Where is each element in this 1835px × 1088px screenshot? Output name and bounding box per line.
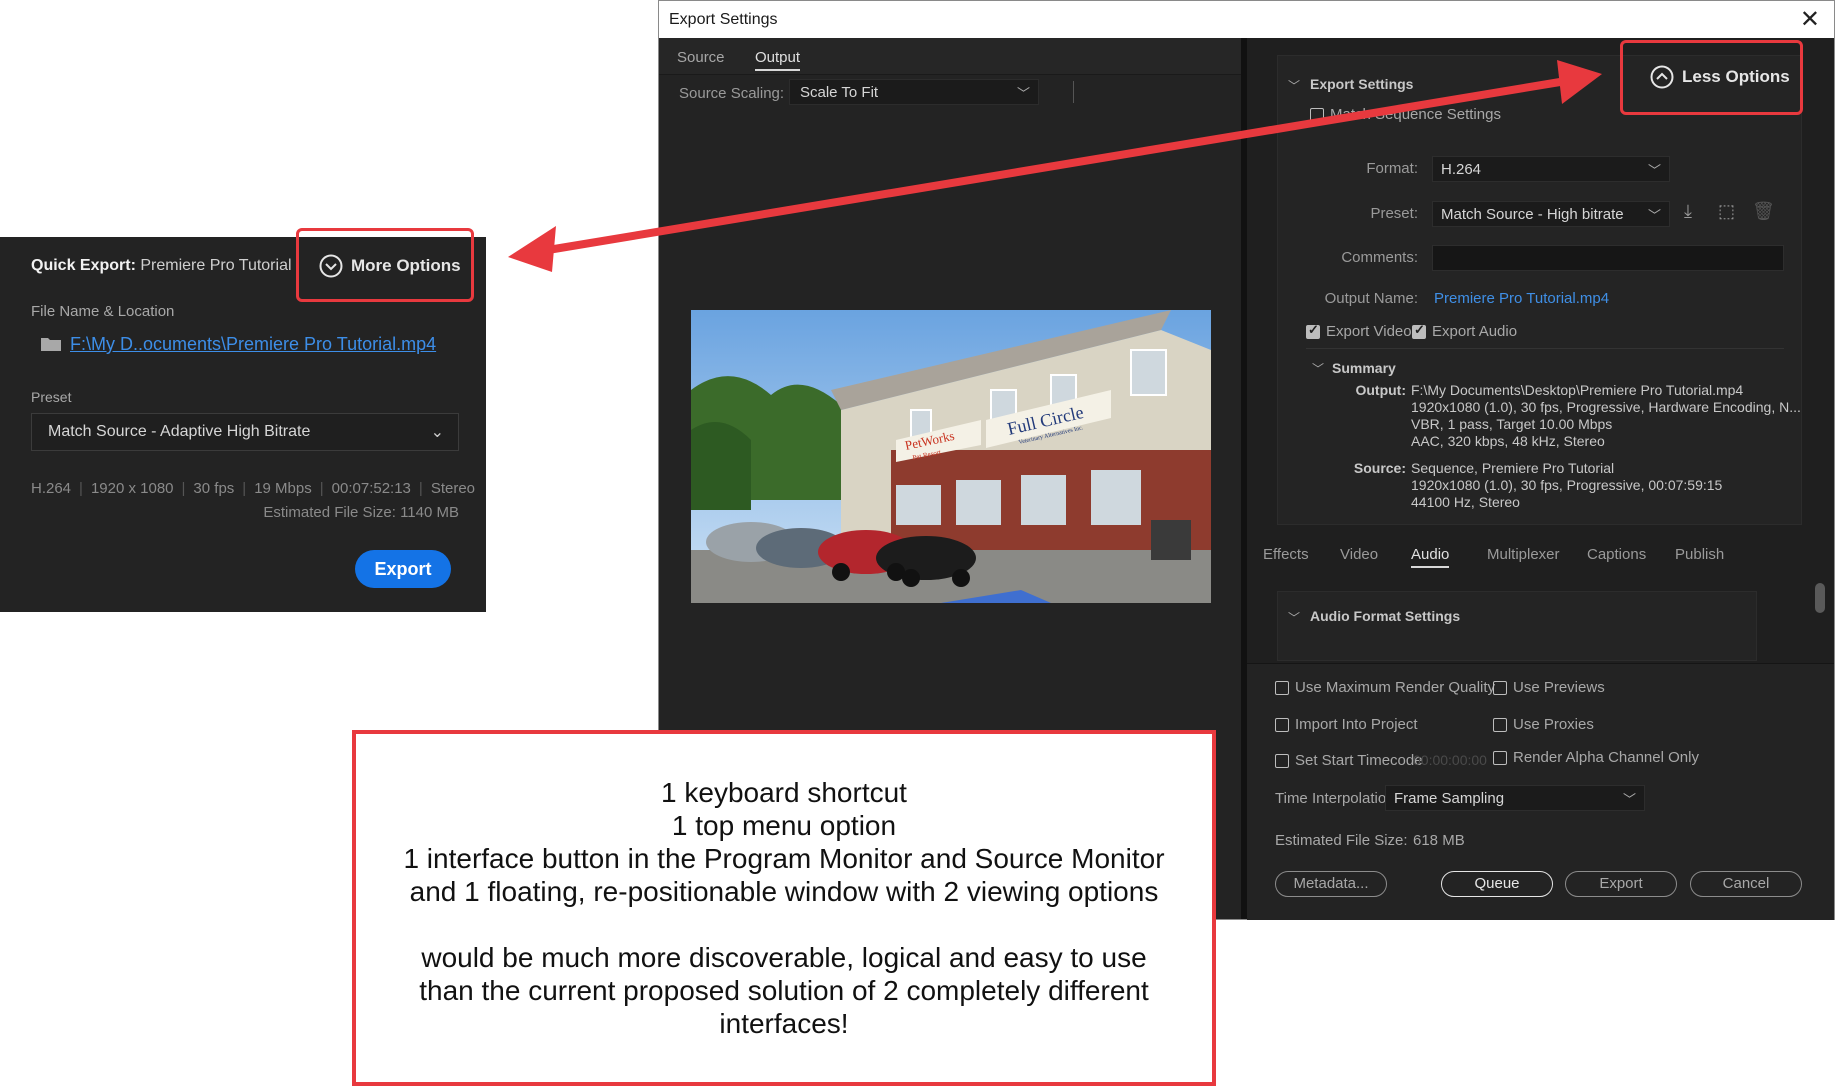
annotation-text: 1 keyboard shortcut 1 top menu option 1 … — [356, 776, 1212, 1040]
annotation-line: and 1 floating, re-positionable window w… — [409, 876, 1159, 907]
annotation-line: 1 top menu option — [671, 810, 897, 841]
annotation-line: 1 interface button in the Program Monito… — [403, 843, 1165, 874]
annotation-line: than the current proposed solution of 2 … — [419, 975, 1149, 1006]
annotation-note: 1 keyboard shortcut 1 top menu option 1 … — [352, 730, 1216, 1086]
annotation-line: interfaces! — [719, 1008, 849, 1039]
annotation-line: would be much more discoverable, logical… — [421, 942, 1147, 973]
annotation-line: 1 keyboard shortcut — [661, 777, 907, 808]
